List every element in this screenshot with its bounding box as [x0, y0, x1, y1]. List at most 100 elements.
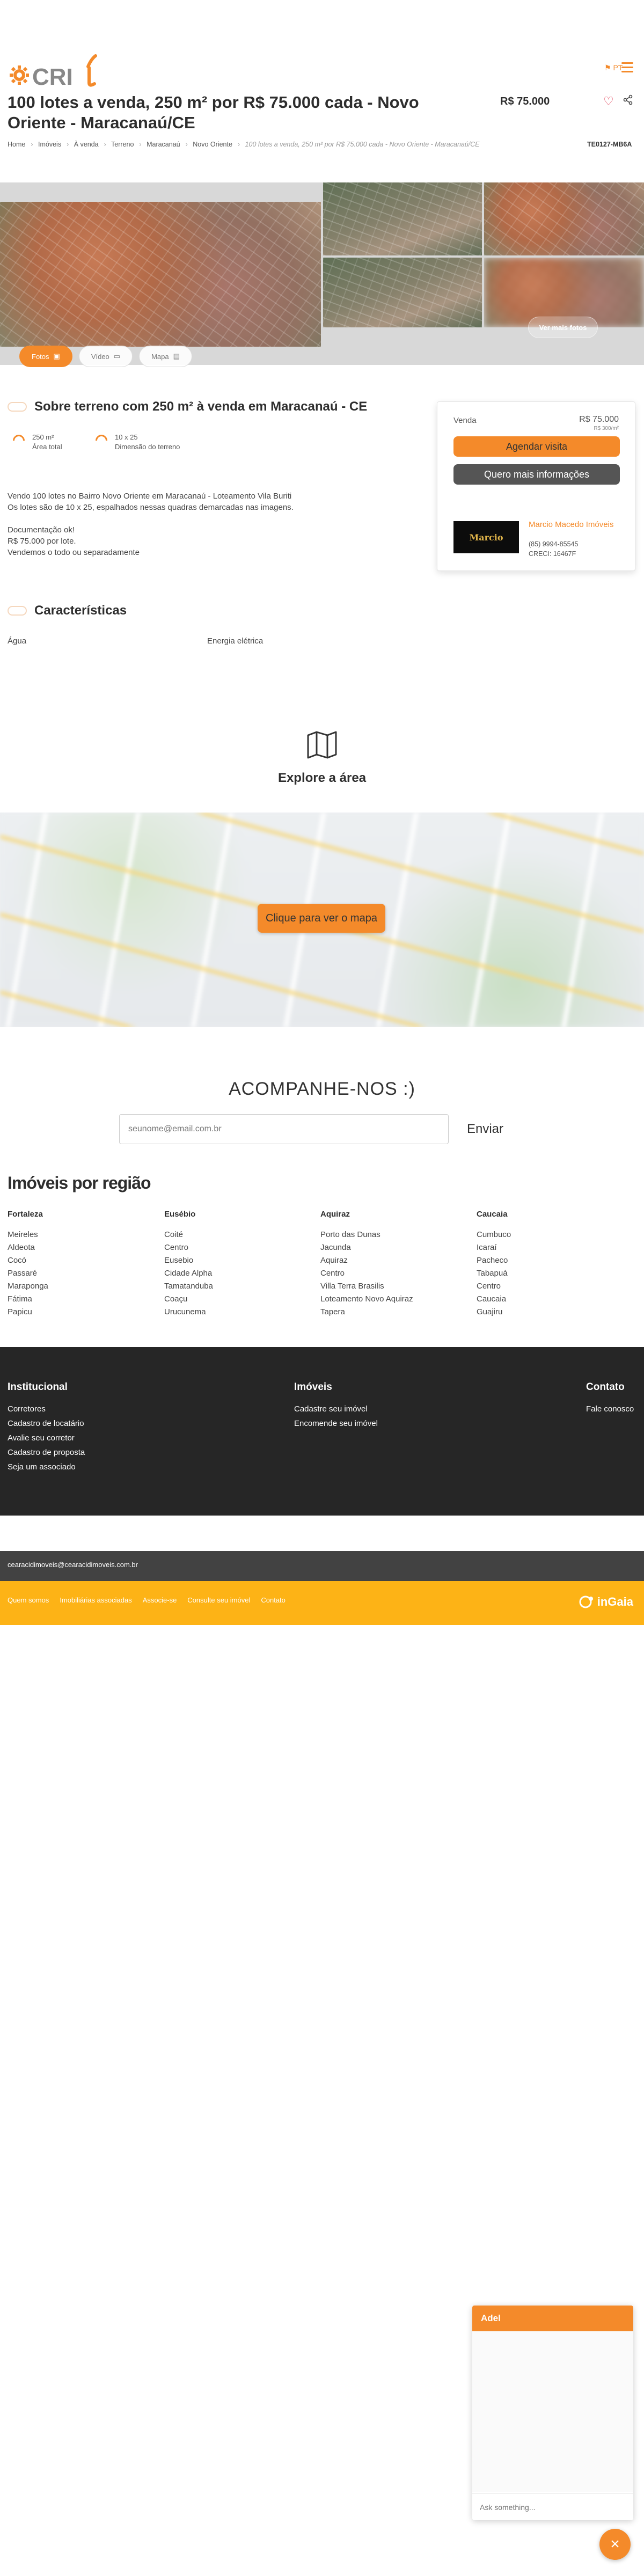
breadcrumb-city[interactable]: Maracanaú — [147, 141, 180, 148]
more-info-button[interactable]: Quero mais informações — [453, 464, 620, 485]
footer-email[interactable]: cearacidimoveis@cearacidimoveis.com.br — [8, 1561, 138, 1569]
region-link[interactable]: Eusebio — [164, 1254, 314, 1267]
ingaia-logo[interactable]: inGaia — [579, 1595, 633, 1609]
region-link[interactable]: Loteamento Novo Aquiraz — [320, 1293, 471, 1306]
region-link[interactable]: Villa Terra Brasilis — [320, 1280, 471, 1293]
footer-bottom-link[interactable]: Contato — [261, 1596, 286, 1604]
tab-map[interactable]: Mapa ▤ — [139, 346, 192, 367]
schedule-visit-button[interactable]: Agendar visita — [453, 436, 620, 457]
features-title: Características — [8, 603, 127, 618]
region-link[interactable]: Tamatanduba — [164, 1280, 314, 1293]
footer-bottom-link[interactable]: Consulte seu imóvel — [187, 1596, 250, 1604]
breadcrumb-terreno[interactable]: Terreno — [111, 141, 134, 148]
breadcrumb-a-venda[interactable]: À venda — [74, 141, 99, 148]
region-link[interactable]: Meireles — [8, 1228, 158, 1241]
page-title: 100 lotes a venda, 250 m² por R$ 75.000 … — [8, 93, 419, 132]
chat-widget: Adel ... — [472, 2306, 633, 2520]
region-link[interactable]: Guajiru — [477, 1306, 627, 1319]
description-line: Documentação ok! — [8, 525, 75, 535]
breadcrumb-neighborhood[interactable]: Novo Oriente — [193, 141, 232, 148]
region-link[interactable]: Coaçu — [164, 1293, 314, 1306]
agent-name[interactable]: Marcio Macedo Imóveis — [529, 520, 620, 529]
region-link[interactable]: Jacunda — [320, 1241, 471, 1254]
region-link[interactable]: Fátima — [8, 1293, 158, 1306]
footer-link[interactable]: Cadastre seu imóvel — [294, 1402, 378, 1416]
site-header: CRI ⚑ PT 100 lotes a venda, 250 m² por R… — [0, 0, 644, 132]
breadcrumb: Home › Imóveis › À venda › Terreno › Maracan… — [8, 141, 480, 148]
tab-photos-label: Fotos — [32, 352, 49, 361]
region-link[interactable]: Cocó — [8, 1254, 158, 1267]
site-logo[interactable]: CRI — [8, 52, 104, 90]
view-map-button[interactable]: Clique para ver o mapa — [258, 904, 385, 933]
region-link[interactable]: Maraponga — [8, 1280, 158, 1293]
region-link[interactable]: Caucaia — [477, 1293, 627, 1306]
footer-link[interactable]: Cadastro de locatário — [8, 1416, 85, 1431]
feature-item: Energia elétrica — [207, 636, 264, 646]
features-title-text: Características — [34, 603, 127, 618]
region-link[interactable]: Porto das Dunas — [320, 1228, 471, 1241]
region-link[interactable]: Centro — [164, 1241, 314, 1254]
card-price: R$ 75.000 — [579, 415, 619, 424]
breadcrumb-home[interactable]: Home — [8, 141, 25, 148]
more-photos-button[interactable]: Ver mais fotos — [528, 317, 598, 338]
footer-link[interactable]: Fale conosco — [586, 1402, 634, 1416]
footer-link[interactable]: Encomende seu imóvel — [294, 1416, 378, 1431]
region-link[interactable]: Cumbuco — [477, 1228, 627, 1241]
region-link[interactable]: Aquiraz — [320, 1254, 471, 1267]
breadcrumb-imoveis[interactable]: Imóveis — [38, 141, 61, 148]
chat-close-icon[interactable]: × — [599, 2529, 631, 2560]
newsletter-email-input[interactable] — [119, 1114, 449, 1144]
footer-link[interactable]: Seja um associado — [8, 1460, 85, 1474]
gallery-photo[interactable] — [323, 182, 482, 255]
ingaia-brand: inGaia — [597, 1595, 633, 1608]
footer-link[interactable]: Avalie seu corretor — [8, 1431, 85, 1445]
tab-photos[interactable]: Fotos ▣ — [19, 346, 72, 367]
region-link[interactable]: Tabapuá — [477, 1267, 627, 1280]
region-column-caucaia: Caucaia Cumbuco Icaraí Pacheco Tabapuá C… — [477, 1210, 627, 1319]
footer-email-bar: cearacidimoveis@cearacidimoveis.com.br — [0, 1551, 644, 1581]
region-link[interactable]: Centro — [320, 1267, 471, 1280]
map-icon: ▤ — [173, 352, 180, 360]
area-icon — [10, 432, 27, 449]
tab-video-label: Vídeo — [91, 352, 109, 361]
gallery-photo[interactable] — [484, 182, 644, 255]
footer-bottom-link[interactable]: Associe-se — [143, 1596, 177, 1604]
footer-link[interactable]: Cadastro de proposta — [8, 1445, 85, 1460]
region-column-title: Aquiraz — [320, 1210, 350, 1219]
gallery-photo[interactable] — [323, 258, 482, 327]
newsletter-send-button[interactable]: Enviar — [459, 1114, 511, 1144]
language-selector[interactable]: ⚑ PT — [604, 63, 623, 72]
region-link[interactable]: Coité — [164, 1228, 314, 1241]
agent-logo-text: Marcio — [469, 532, 503, 543]
region-link[interactable]: Papicu — [8, 1306, 158, 1319]
stat-dimension: 10 x 25 Dimensão do terreno — [93, 432, 180, 452]
ingaia-mark-icon — [579, 1596, 593, 1608]
chat-input[interactable] — [472, 2493, 633, 2520]
region-link[interactable]: Pacheco — [477, 1254, 627, 1267]
stat-value: 10 x 25 — [115, 433, 138, 441]
media-tabs: Fotos ▣ Vídeo ▭ Mapa ▤ — [19, 346, 192, 367]
agent-phone[interactable]: (85) 9994-85545 — [529, 540, 578, 548]
about-title: Sobre terreno com 250 m² à venda em Mara… — [8, 399, 367, 414]
favorite-heart-icon[interactable]: ♡ — [603, 94, 614, 108]
region-link[interactable]: Cidade Alpha — [164, 1267, 314, 1280]
share-icon[interactable] — [623, 94, 633, 108]
agent-logo[interactable]: Marcio — [453, 521, 519, 553]
tab-video[interactable]: Vídeo ▭ — [78, 346, 133, 367]
region-link[interactable]: Urucunema — [164, 1306, 314, 1319]
region-link[interactable]: Tapera — [320, 1306, 471, 1319]
region-link[interactable]: Icaraí — [477, 1241, 627, 1254]
footer-bottom-link[interactable]: Quem somos — [8, 1596, 49, 1604]
footer-bottom-link[interactable]: Imobiliárias associadas — [60, 1596, 131, 1604]
region-link[interactable]: Centro — [477, 1280, 627, 1293]
decorative-pill-icon — [8, 606, 27, 616]
footer-link[interactable]: Corretores — [8, 1402, 85, 1416]
hamburger-menu-icon[interactable] — [621, 62, 633, 72]
footer-properties: Imóveis Cadastre seu imóvel Encomende se… — [294, 1381, 378, 1431]
main-photo[interactable] — [0, 202, 321, 347]
chat-header[interactable]: Adel — [472, 2306, 633, 2331]
region-link[interactable]: Passaré — [8, 1267, 158, 1280]
footer-bottom-bar: Quem somos Imobiliárias associadas Assoc… — [0, 1581, 644, 1625]
region-link[interactable]: Aldeota — [8, 1241, 158, 1254]
footer-column-title: Institucional — [8, 1381, 68, 1393]
